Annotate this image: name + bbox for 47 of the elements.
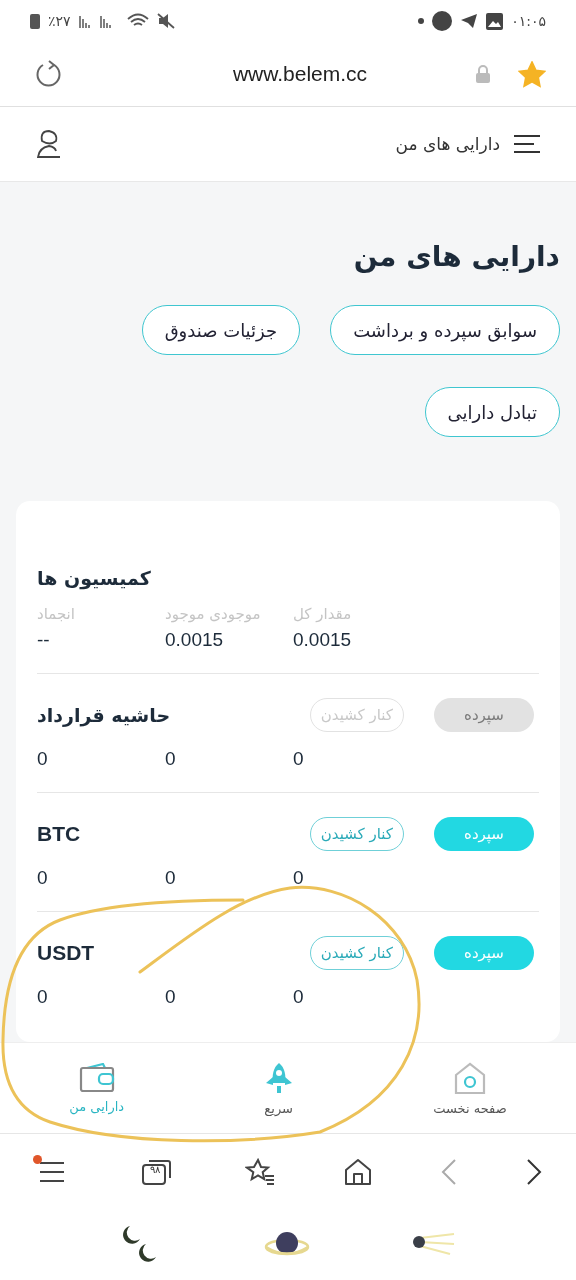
image-icon [486,12,504,30]
lock-icon [476,65,490,83]
battery-level: ٪۲۷ [48,13,71,29]
balance-value: 0 [165,867,177,889]
send-icon [460,13,479,29]
dot-icon [418,18,425,24]
action-button[interactable]: تبادل دارایی [424,387,560,437]
clock-time: ۰۱:۰۵ [511,13,546,29]
asset-name: USDT [37,941,95,965]
bookmarks-icon[interactable] [244,1158,275,1186]
balance-value: -- [37,629,51,651]
home-icon[interactable] [343,1158,372,1186]
house-icon [453,1060,487,1095]
asset-name: حاشیه قرارداد [37,704,171,726]
mute-icon [156,13,175,29]
forward-icon[interactable] [525,1158,542,1186]
balance-value: 0 [37,867,49,889]
asset-name: کمیسیون ها [37,567,151,589]
tabs-button[interactable]: ۹۸ [137,1154,176,1190]
nav-tab[interactable]: سریع [256,1059,301,1117]
balance-value: 0 [37,986,49,1008]
balance-value: 0 [165,748,177,770]
wallet-icon [78,1062,115,1093]
balance-value: 0.0015 [165,629,225,651]
asset-name: BTC [37,822,81,846]
reload-icon[interactable] [34,60,62,88]
user-icon[interactable] [36,129,62,159]
header-title: دارایی های من [395,134,500,154]
action-button[interactable]: سوابق سپرده و برداشت [330,305,560,355]
wifi-icon [126,13,149,29]
balance-value: 0.0015 [293,629,353,651]
page-title: دارایی های من [352,240,560,273]
balance-value: 0 [293,986,305,1008]
column-label: مقدار کل [293,605,353,623]
app-icon [432,11,453,31]
balance-value: 0 [293,867,305,889]
balance-value: 0 [293,748,305,770]
action-button[interactable]: جزئیات صندوق [141,305,301,355]
address-text[interactable]: www.belem.cc [232,62,368,86]
column-label: موجودی موجود [165,605,262,623]
column-label: انجماد [37,605,76,623]
battery-icon [30,13,40,29]
balance-value: 0 [37,748,49,770]
balance-value: 0 [165,986,177,1008]
star-icon[interactable] [518,60,546,88]
menu-icon[interactable] [514,134,540,154]
nav-tab[interactable]: صفحه نخست [427,1059,513,1117]
